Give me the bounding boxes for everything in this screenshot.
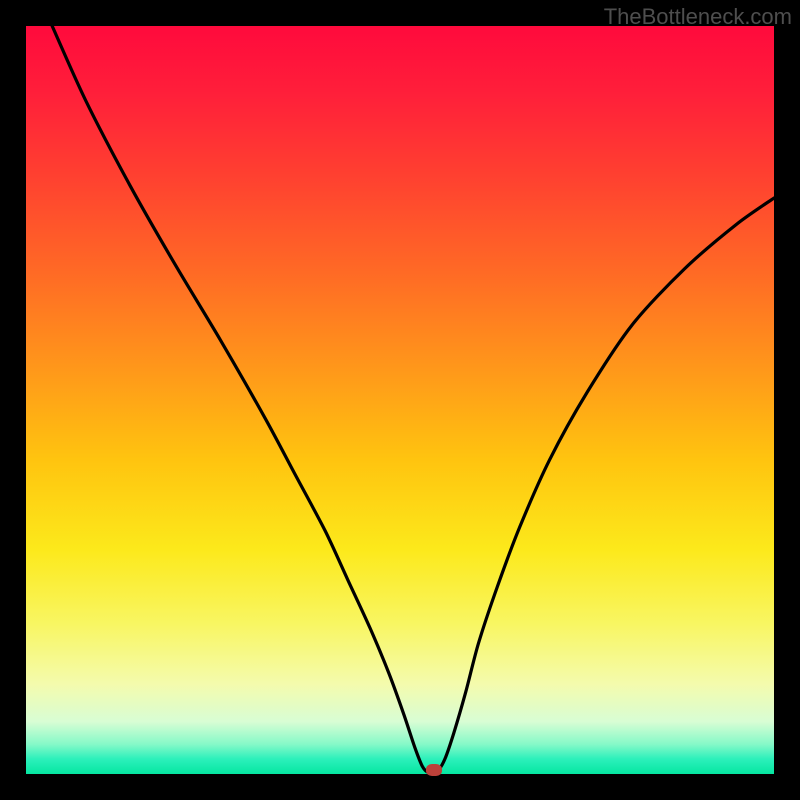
plot-area [26, 26, 774, 774]
chart-container: TheBottleneck.com [0, 0, 800, 800]
watermark-text: TheBottleneck.com [604, 4, 792, 30]
curve-svg [26, 26, 774, 774]
minimum-marker [426, 764, 442, 776]
curve-path [52, 26, 774, 773]
